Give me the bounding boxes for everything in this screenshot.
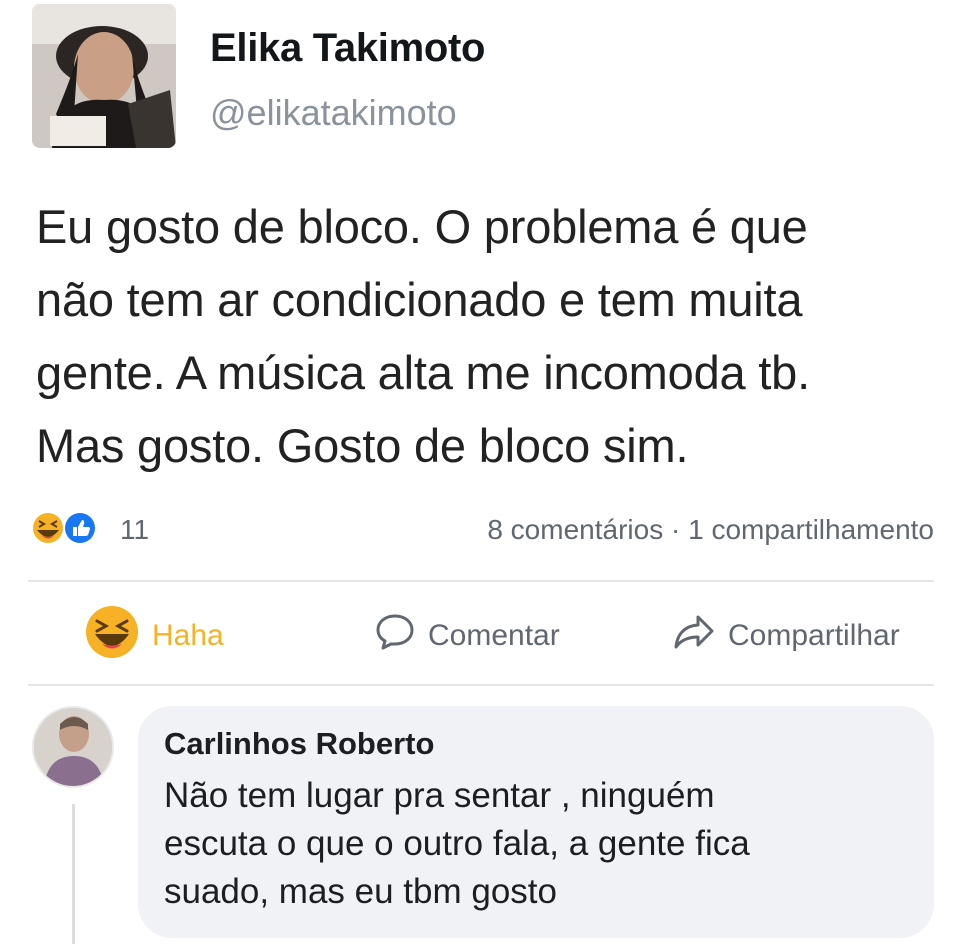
- share-label: Compartilhar: [728, 619, 900, 652]
- comment-text: Não tem lugar pra sentar , ninguém escut…: [164, 772, 864, 916]
- post-text-line: Eu gosto de bloco. O problema é que: [36, 200, 808, 253]
- post-text-line: Mas gosto. Gosto de bloco sim.: [36, 419, 689, 472]
- author-name[interactable]: Elika Takimoto: [210, 26, 485, 71]
- haha-icon: [84, 604, 140, 668]
- comment-button[interactable]: Comentar: [374, 606, 560, 666]
- stats-summary: 8 comentários · 1 compartilhamento: [487, 514, 934, 546]
- commenter-avatar[interactable]: [34, 708, 112, 786]
- share-button[interactable]: Compartilhar: [672, 606, 900, 666]
- thread-line: [72, 804, 75, 944]
- author-handle[interactable]: @elikatakimoto: [210, 92, 457, 134]
- haha-reaction-icon: [31, 511, 65, 545]
- post-text: Eu gosto de bloco. O problema é que não …: [36, 190, 936, 482]
- reaction-icons[interactable]: [28, 510, 108, 546]
- author-avatar[interactable]: [32, 4, 176, 148]
- comment-label: Comentar: [428, 619, 560, 652]
- comment-text-line: Não tem lugar pra sentar , ninguém: [164, 776, 715, 815]
- post-text-line: não tem ar condicionado e tem muita: [36, 273, 803, 326]
- comment-icon: [374, 611, 416, 661]
- tweet-header: Elika Takimoto @elikatakimoto: [28, 4, 932, 154]
- stats-separator: ·: [670, 514, 681, 545]
- post-text-line: gente. A música alta me incomoda tb.: [36, 346, 810, 399]
- divider: [28, 580, 934, 582]
- actions-row: Haha Comentar Compartilhar: [28, 598, 934, 674]
- commenter-name[interactable]: Carlinhos Roberto: [164, 726, 434, 762]
- divider: [28, 684, 934, 686]
- haha-label: Haha: [152, 619, 224, 652]
- like-reaction-icon: [63, 511, 97, 545]
- comment-text-line: suado, mas eu tbm gosto: [164, 872, 557, 911]
- share-icon: [672, 611, 716, 661]
- comment: Carlinhos Roberto Não tem lugar pra sent…: [28, 700, 934, 944]
- haha-button[interactable]: Haha: [84, 606, 224, 666]
- stats-row: 11 8 comentários · 1 compartilhamento: [28, 504, 934, 554]
- shares-count[interactable]: 1 compartilhamento: [688, 514, 934, 545]
- comment-text-line: escuta o que o outro fala, a gente fica: [164, 824, 750, 863]
- comments-count[interactable]: 8 comentários: [487, 514, 663, 545]
- reaction-count[interactable]: 11: [120, 514, 149, 546]
- comment-bubble: Carlinhos Roberto Não tem lugar pra sent…: [138, 706, 934, 938]
